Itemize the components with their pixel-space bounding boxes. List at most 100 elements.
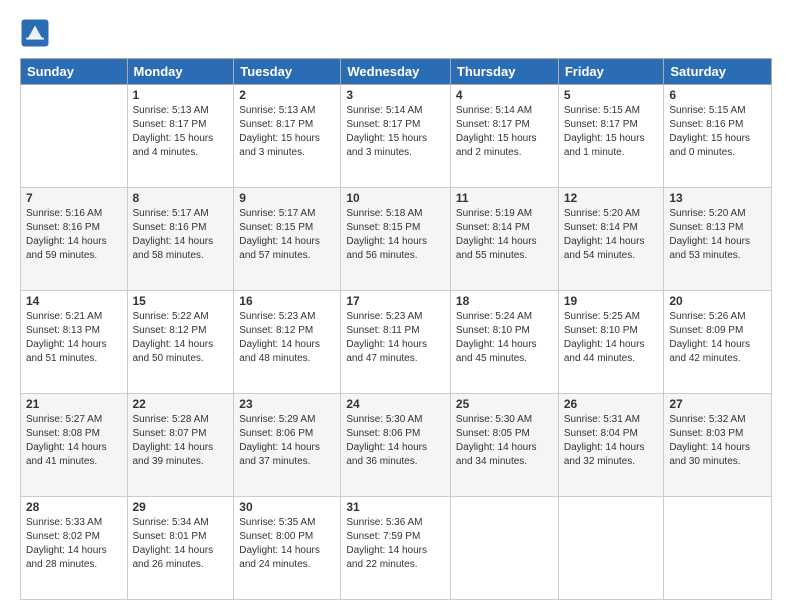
cell-day-number: 28 xyxy=(26,500,122,514)
cell-info: Sunrise: 5:17 AM Sunset: 8:15 PM Dayligh… xyxy=(239,207,335,263)
calendar-cell: 18 Sunrise: 5:24 AM Sunset: 8:10 PM Dayli… xyxy=(450,291,558,394)
cell-info: Sunrise: 5:32 AM Sunset: 8:03 PM Dayligh… xyxy=(669,413,766,469)
cell-day-number: 18 xyxy=(456,294,553,308)
calendar-row: 21Sunrise: 5:27 AM Sunset: 8:08 PM Dayli… xyxy=(21,394,772,497)
cell-day-number: 16 xyxy=(239,294,335,308)
cell-info: Sunrise: 5:19 AM Sunset: 8:14 PM Dayligh… xyxy=(456,207,553,263)
cell-info: Sunrise: 5:20 AM Sunset: 8:13 PM Dayligh… xyxy=(669,207,766,263)
calendar-header-row: SundayMondayTuesdayWednesdayThursdayFrid… xyxy=(21,59,772,85)
weekday-header-saturday: Saturday xyxy=(664,59,772,85)
cell-day-number: 6 xyxy=(669,88,766,102)
cell-info: Sunrise: 5:31 AM Sunset: 8:04 PM Dayligh… xyxy=(564,413,659,469)
cell-info: Sunrise: 5:13 AM Sunset: 8:17 PM Dayligh… xyxy=(133,104,229,160)
calendar-cell: 16 Sunrise: 5:23 AM Sunset: 8:12 PM Dayli… xyxy=(234,291,341,394)
calendar-cell: 6 Sunrise: 5:15 AM Sunset: 8:16 PM Daylig… xyxy=(664,85,772,188)
weekday-header-sunday: Sunday xyxy=(21,59,128,85)
cell-day-number: 11 xyxy=(456,191,553,205)
calendar-cell: 25 Sunrise: 5:30 AM Sunset: 8:05 PM Dayli… xyxy=(450,394,558,497)
cell-info: Sunrise: 5:35 AM Sunset: 8:00 PM Dayligh… xyxy=(239,516,335,572)
calendar-cell: 29Sunrise: 5:34 AM Sunset: 8:01 PM Dayli… xyxy=(127,497,234,600)
cell-day-number: 22 xyxy=(133,397,229,411)
cell-info: Sunrise: 5:26 AM Sunset: 8:09 PM Dayligh… xyxy=(669,310,766,366)
cell-info: Sunrise: 5:21 AM Sunset: 8:13 PM Dayligh… xyxy=(26,310,122,366)
cell-day-number: 17 xyxy=(346,294,445,308)
cell-day-number: 8 xyxy=(133,191,229,205)
calendar-cell xyxy=(664,497,772,600)
calendar-cell: 2 Sunrise: 5:13 AM Sunset: 8:17 PM Daylig… xyxy=(234,85,341,188)
cell-info: Sunrise: 5:30 AM Sunset: 8:06 PM Dayligh… xyxy=(346,413,445,469)
cell-info: Sunrise: 5:36 AM Sunset: 7:59 PM Dayligh… xyxy=(346,516,445,572)
cell-info: Sunrise: 5:22 AM Sunset: 8:12 PM Dayligh… xyxy=(133,310,229,366)
cell-info: Sunrise: 5:20 AM Sunset: 8:14 PM Dayligh… xyxy=(564,207,659,263)
logo xyxy=(20,18,54,48)
calendar-row: 1 Sunrise: 5:13 AM Sunset: 8:17 PM Daylig… xyxy=(21,85,772,188)
cell-day-number: 5 xyxy=(564,88,659,102)
calendar-cell: 13 Sunrise: 5:20 AM Sunset: 8:13 PM Dayli… xyxy=(664,188,772,291)
cell-day-number: 19 xyxy=(564,294,659,308)
calendar-table: SundayMondayTuesdayWednesdayThursdayFrid… xyxy=(20,58,772,600)
cell-day-number: 14 xyxy=(26,294,122,308)
calendar-cell xyxy=(450,497,558,600)
calendar-row: 14 Sunrise: 5:21 AM Sunset: 8:13 PM Dayli… xyxy=(21,291,772,394)
calendar-cell: 14 Sunrise: 5:21 AM Sunset: 8:13 PM Dayli… xyxy=(21,291,128,394)
cell-day-number: 9 xyxy=(239,191,335,205)
weekday-header-monday: Monday xyxy=(127,59,234,85)
calendar-cell: 5 Sunrise: 5:15 AM Sunset: 8:17 PM Daylig… xyxy=(558,85,664,188)
header xyxy=(20,18,772,48)
calendar-cell: 19 Sunrise: 5:25 AM Sunset: 8:10 PM Dayli… xyxy=(558,291,664,394)
cell-info: Sunrise: 5:14 AM Sunset: 8:17 PM Dayligh… xyxy=(346,104,445,160)
cell-day-number: 30 xyxy=(239,500,335,514)
cell-day-number: 24 xyxy=(346,397,445,411)
weekday-header-tuesday: Tuesday xyxy=(234,59,341,85)
cell-info: Sunrise: 5:30 AM Sunset: 8:05 PM Dayligh… xyxy=(456,413,553,469)
cell-info: Sunrise: 5:17 AM Sunset: 8:16 PM Dayligh… xyxy=(133,207,229,263)
calendar-cell: 26 Sunrise: 5:31 AM Sunset: 8:04 PM Dayli… xyxy=(558,394,664,497)
calendar-cell: 22Sunrise: 5:28 AM Sunset: 8:07 PM Dayli… xyxy=(127,394,234,497)
calendar-cell: 11 Sunrise: 5:19 AM Sunset: 8:14 PM Dayli… xyxy=(450,188,558,291)
calendar-cell xyxy=(558,497,664,600)
cell-info: Sunrise: 5:23 AM Sunset: 8:11 PM Dayligh… xyxy=(346,310,445,366)
cell-day-number: 3 xyxy=(346,88,445,102)
cell-day-number: 4 xyxy=(456,88,553,102)
cell-day-number: 15 xyxy=(133,294,229,308)
cell-day-number: 13 xyxy=(669,191,766,205)
calendar-cell: 17 Sunrise: 5:23 AM Sunset: 8:11 PM Dayli… xyxy=(341,291,451,394)
cell-day-number: 25 xyxy=(456,397,553,411)
cell-info: Sunrise: 5:29 AM Sunset: 8:06 PM Dayligh… xyxy=(239,413,335,469)
cell-info: Sunrise: 5:13 AM Sunset: 8:17 PM Dayligh… xyxy=(239,104,335,160)
cell-day-number: 7 xyxy=(26,191,122,205)
calendar-cell: 30 Sunrise: 5:35 AM Sunset: 8:00 PM Dayli… xyxy=(234,497,341,600)
cell-day-number: 2 xyxy=(239,88,335,102)
logo-icon xyxy=(20,18,50,48)
weekday-header-friday: Friday xyxy=(558,59,664,85)
calendar-cell: 10Sunrise: 5:18 AM Sunset: 8:15 PM Dayli… xyxy=(341,188,451,291)
calendar-cell: 24 Sunrise: 5:30 AM Sunset: 8:06 PM Dayli… xyxy=(341,394,451,497)
calendar-cell: 31 Sunrise: 5:36 AM Sunset: 7:59 PM Dayli… xyxy=(341,497,451,600)
calendar-row: 28 Sunrise: 5:33 AM Sunset: 8:02 PM Dayli… xyxy=(21,497,772,600)
calendar-cell: 7Sunrise: 5:16 AM Sunset: 8:16 PM Daylig… xyxy=(21,188,128,291)
cell-info: Sunrise: 5:15 AM Sunset: 8:16 PM Dayligh… xyxy=(669,104,766,160)
calendar-cell: 15 Sunrise: 5:22 AM Sunset: 8:12 PM Dayli… xyxy=(127,291,234,394)
cell-day-number: 26 xyxy=(564,397,659,411)
cell-info: Sunrise: 5:18 AM Sunset: 8:15 PM Dayligh… xyxy=(346,207,445,263)
calendar-cell: 27 Sunrise: 5:32 AM Sunset: 8:03 PM Dayli… xyxy=(664,394,772,497)
cell-info: Sunrise: 5:23 AM Sunset: 8:12 PM Dayligh… xyxy=(239,310,335,366)
cell-day-number: 29 xyxy=(133,500,229,514)
calendar-cell: 3 Sunrise: 5:14 AM Sunset: 8:17 PM Daylig… xyxy=(341,85,451,188)
cell-info: Sunrise: 5:25 AM Sunset: 8:10 PM Dayligh… xyxy=(564,310,659,366)
calendar-cell: 23 Sunrise: 5:29 AM Sunset: 8:06 PM Dayli… xyxy=(234,394,341,497)
cell-day-number: 31 xyxy=(346,500,445,514)
calendar-cell: 8 Sunrise: 5:17 AM Sunset: 8:16 PM Daylig… xyxy=(127,188,234,291)
cell-day-number: 21 xyxy=(26,397,122,411)
calendar-cell: 20Sunrise: 5:26 AM Sunset: 8:09 PM Dayli… xyxy=(664,291,772,394)
weekday-header-wednesday: Wednesday xyxy=(341,59,451,85)
cell-info: Sunrise: 5:24 AM Sunset: 8:10 PM Dayligh… xyxy=(456,310,553,366)
cell-day-number: 1 xyxy=(133,88,229,102)
calendar-cell: 12Sunrise: 5:20 AM Sunset: 8:14 PM Dayli… xyxy=(558,188,664,291)
calendar-cell: 1 Sunrise: 5:13 AM Sunset: 8:17 PM Daylig… xyxy=(127,85,234,188)
cell-day-number: 27 xyxy=(669,397,766,411)
cell-info: Sunrise: 5:15 AM Sunset: 8:17 PM Dayligh… xyxy=(564,104,659,160)
cell-info: Sunrise: 5:33 AM Sunset: 8:02 PM Dayligh… xyxy=(26,516,122,572)
cell-day-number: 23 xyxy=(239,397,335,411)
calendar-cell xyxy=(21,85,128,188)
